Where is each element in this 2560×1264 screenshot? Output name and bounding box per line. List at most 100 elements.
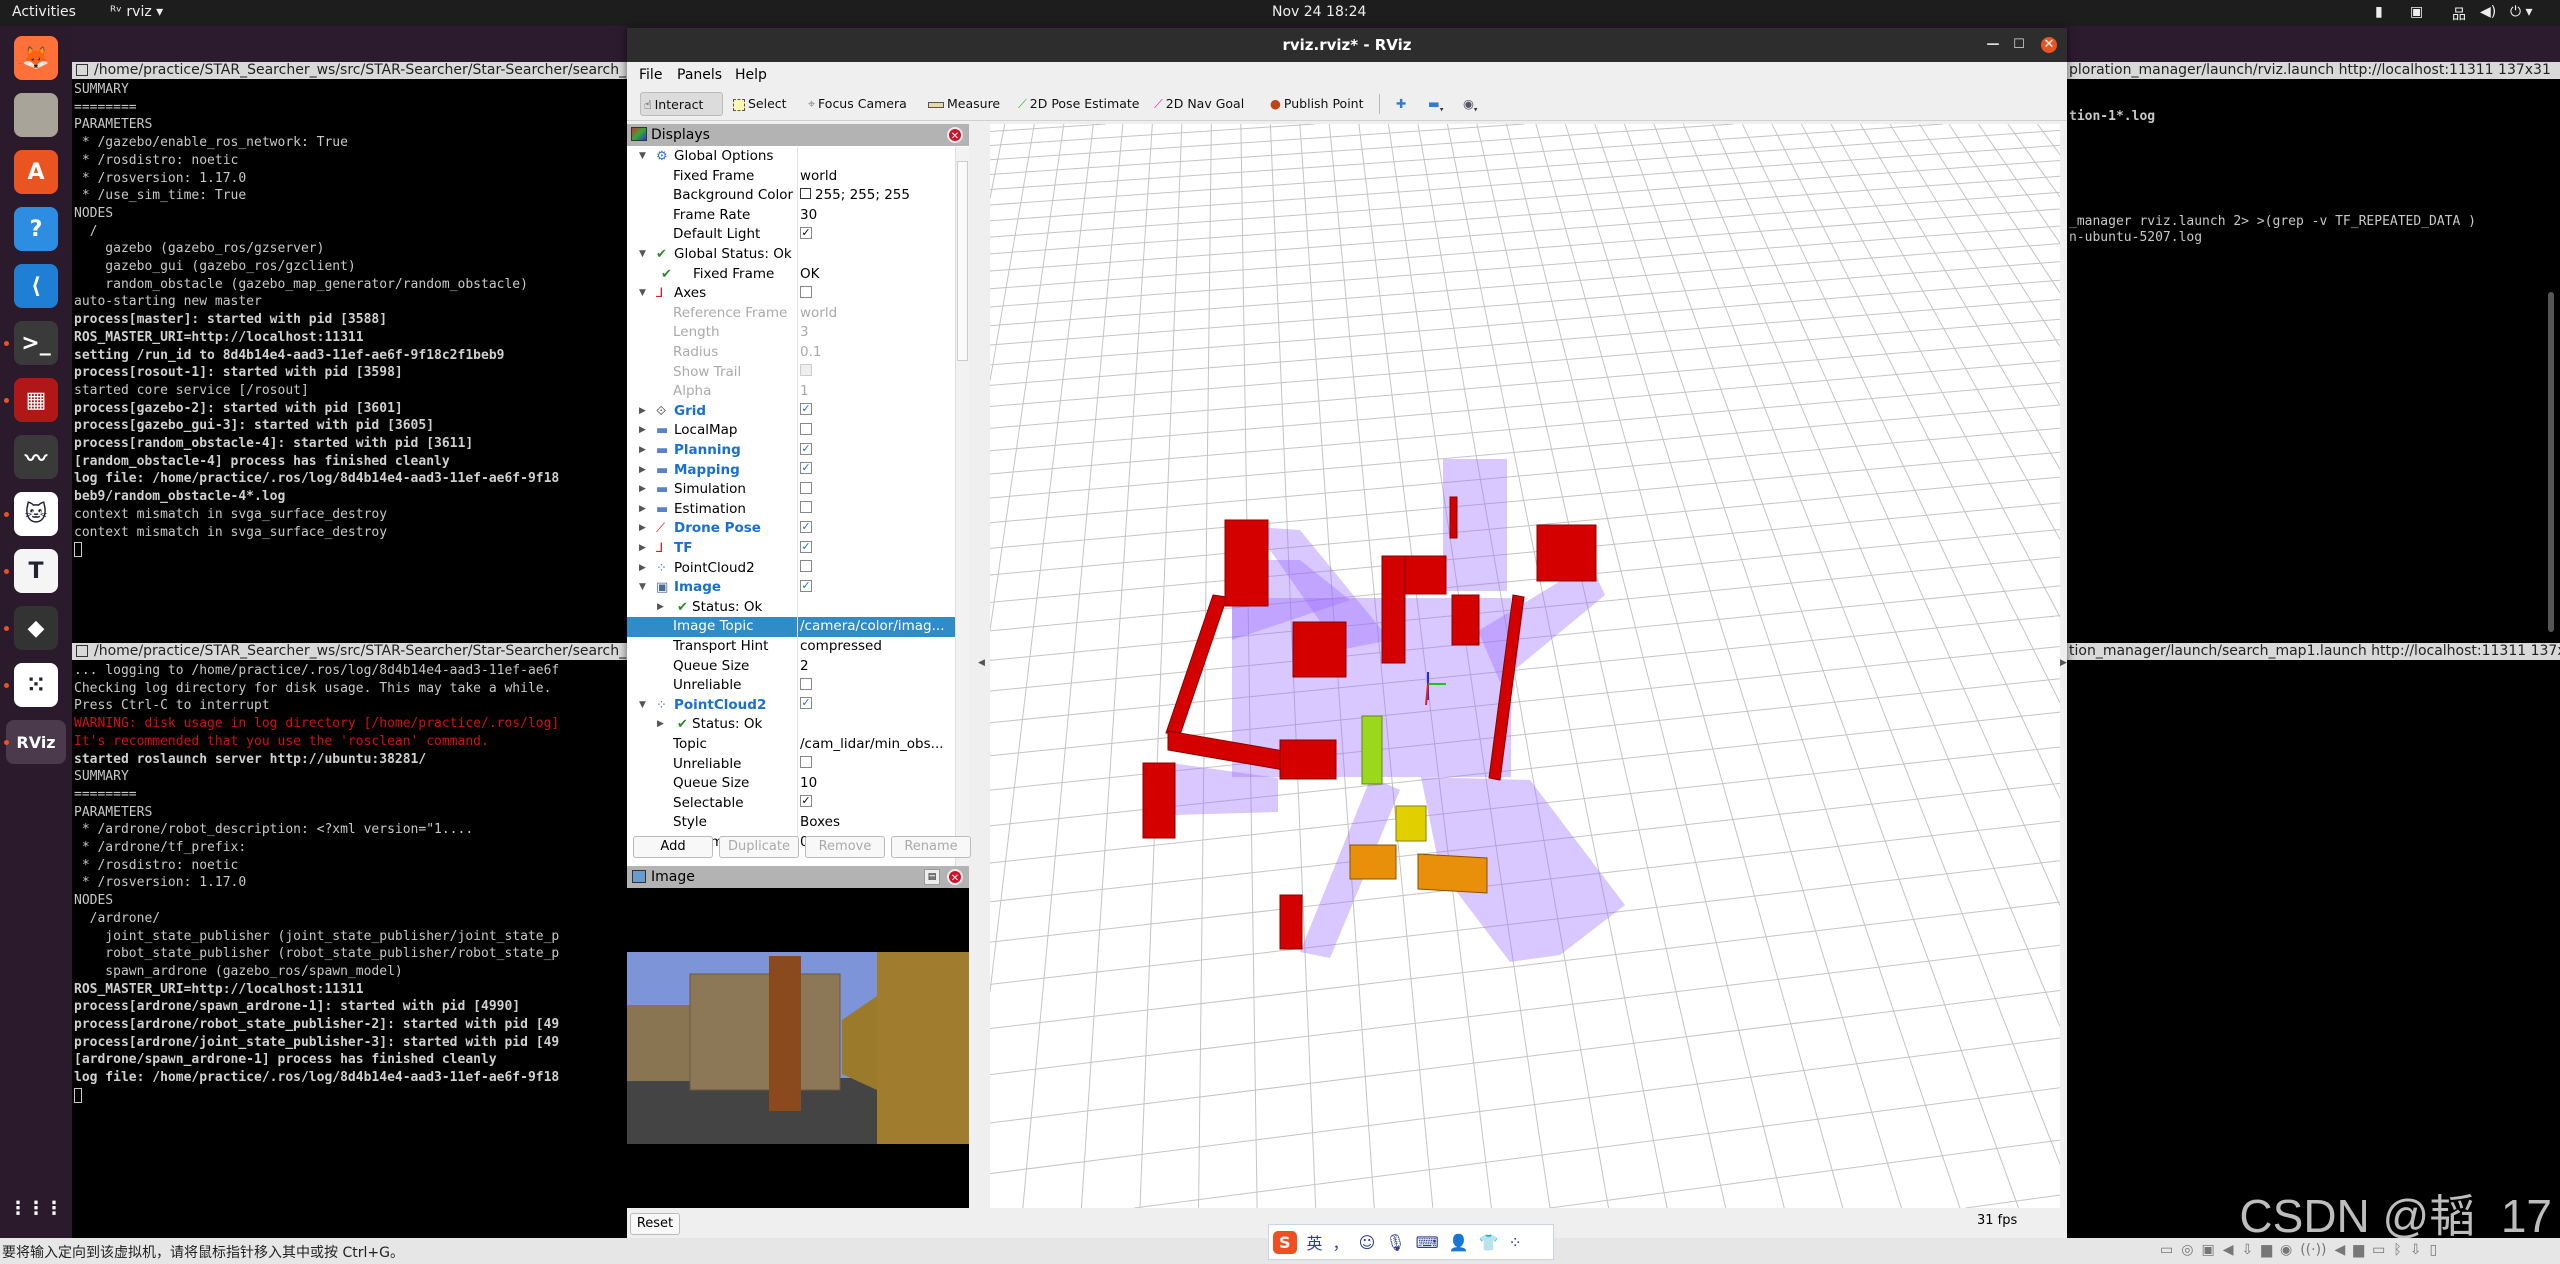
microphone-icon[interactable]: 🎙: [1385, 1233, 1405, 1252]
row-value[interactable]: ✓: [800, 696, 955, 716]
camera-icon[interactable]: ◉: [2280, 1242, 2292, 1262]
display-row-tf[interactable]: ▶ ⅃ TF ✓: [627, 539, 955, 559]
close-panel-icon[interactable]: ✕: [947, 869, 963, 885]
row-value[interactable]: /cam_lidar/min_obs...: [800, 735, 955, 755]
tool-measure[interactable]: Measure: [925, 92, 1003, 116]
display-row-alpha[interactable]: Alpha 1: [627, 382, 955, 402]
checkbox[interactable]: ✓: [800, 403, 812, 416]
row-value[interactable]: [800, 676, 955, 696]
checkbox[interactable]: [800, 560, 812, 573]
row-value[interactable]: world: [800, 167, 955, 187]
display-row-default-light[interactable]: Default Light ✓: [627, 225, 955, 245]
row-value[interactable]: compressed: [800, 637, 955, 657]
checkbox[interactable]: ✓: [800, 462, 812, 475]
expand-arrow-icon[interactable]: ▶: [639, 441, 646, 461]
checkbox[interactable]: [800, 422, 812, 435]
row-value[interactable]: 255; 255; 255: [800, 186, 955, 206]
tool-2d-nav-goal[interactable]: ⟋ 2D Nav Goal: [1151, 92, 1247, 116]
tool-publish-point[interactable]: ● Publish Point: [1267, 92, 1367, 116]
row-value[interactable]: 10: [800, 774, 955, 794]
cat-app-icon[interactable]: 🐱: [14, 492, 58, 536]
display-row-show-trail[interactable]: Show Trail: [627, 362, 955, 383]
display-row-background-color[interactable]: Background Color 255; 255; 255: [627, 186, 955, 206]
network-icon[interactable]: 品: [2452, 4, 2466, 24]
scrollbar-thumb[interactable]: [957, 161, 968, 361]
display-row-queue-size[interactable]: Queue Size 2: [627, 656, 955, 677]
network-icon[interactable]: ▣: [2201, 1242, 2214, 1262]
display-row-mapping[interactable]: ▶ ▬ Mapping ✓: [627, 460, 955, 481]
terminal-title[interactable]: ploration_manager/launch/rviz.launch htt…: [2067, 62, 2560, 79]
display-row-reference-frame[interactable]: Reference Frame world: [627, 303, 955, 324]
terminator-icon[interactable]: ▦: [14, 378, 58, 422]
checkbox[interactable]: [800, 481, 812, 494]
display-row-topic[interactable]: Topic/cam_lidar/min_obs...: [627, 735, 955, 755]
rviz-icon[interactable]: RViz: [6, 720, 66, 764]
terminal-title[interactable]: tion_manager/launch/search_map1.launch h…: [2067, 643, 2560, 660]
expand-arrow-icon[interactable]: ▶: [639, 402, 646, 422]
display-row-queue-size[interactable]: Queue Size 10: [627, 774, 955, 794]
dice-app-icon[interactable]: ⁙: [14, 663, 58, 707]
duplicate-button[interactable]: Duplicate: [719, 836, 799, 858]
row-value[interactable]: 30: [800, 206, 955, 226]
expand-arrow-icon[interactable]: ▶: [639, 421, 646, 441]
tool-select[interactable]: Select: [730, 92, 790, 116]
punctuation-icon[interactable]: ，: [1333, 1230, 1349, 1254]
sublime-icon[interactable]: ◆: [14, 606, 58, 650]
system-monitor-icon[interactable]: 〰: [14, 435, 58, 479]
display-row-selectable[interactable]: Selectable ✓: [627, 793, 955, 814]
row-value[interactable]: [800, 755, 955, 775]
row-value[interactable]: [800, 500, 955, 520]
row-value[interactable]: ✓: [800, 539, 955, 559]
wireless-icon[interactable]: ((·)): [2300, 1242, 2326, 1262]
display-row-fixed-frame[interactable]: ✔ Fixed Frame OK: [627, 264, 955, 285]
checkbox[interactable]: [800, 677, 812, 690]
row-value[interactable]: 3: [800, 323, 955, 343]
view-eye-icon[interactable]: ◉▾: [1460, 92, 1480, 116]
rename-button[interactable]: Rename: [891, 836, 971, 858]
checkbox[interactable]: ✓: [800, 697, 812, 710]
terminal-menu-icon[interactable]: [76, 64, 88, 76]
add-tool-button[interactable]: ✚: [1393, 92, 1409, 116]
files-icon[interactable]: [14, 93, 58, 137]
tool-2d-pose-estimate[interactable]: ⟋ 2D Pose Estimate: [1015, 92, 1142, 116]
row-value[interactable]: /camera/color/imag...: [800, 617, 955, 637]
expand-arrow-icon[interactable]: ▶: [657, 715, 664, 735]
undock-panel-icon[interactable]: ▤: [924, 869, 940, 885]
display-row-planning[interactable]: ▶ ▬ Planning ✓: [627, 441, 955, 461]
menu-panels[interactable]: Panels: [677, 67, 722, 83]
bluetooth-icon[interactable]: ᛒ: [2393, 1242, 2401, 1262]
row-value[interactable]: ✓: [800, 519, 955, 539]
3d-render-view[interactable]: [990, 124, 2060, 1208]
menu-file[interactable]: File: [639, 67, 662, 83]
app-center-icon[interactable]: A: [14, 150, 58, 194]
checkbox[interactable]: [800, 501, 812, 514]
expand-arrow-icon[interactable]: ▶: [639, 519, 646, 539]
display-row-status-ok[interactable]: ▶ ✔ Status: Ok: [627, 597, 955, 618]
volume-icon[interactable]: ◀): [2480, 4, 2496, 20]
terminal-bottom-right[interactable]: tion_manager/launch/search_map1.launch h…: [2067, 643, 2560, 1238]
expand-arrow-icon[interactable]: ▶: [639, 480, 646, 500]
firefox-icon[interactable]: 🦊: [14, 36, 58, 80]
collapse-arrow-icon[interactable]: ▼: [639, 147, 646, 167]
display-row-unreliable[interactable]: Unreliable: [627, 754, 955, 775]
display-row-global-options[interactable]: ▼ ⚙ Global Options: [627, 147, 955, 167]
display-row-drone-pose[interactable]: ▶ ⟋ Drone Pose ✓: [627, 519, 955, 539]
row-value[interactable]: ✓: [800, 794, 955, 814]
display-row-transport-hint[interactable]: Transport Hint compressed: [627, 637, 955, 657]
collapse-arrow-icon[interactable]: ▼: [639, 245, 646, 265]
display-row-unreliable[interactable]: Unreliable: [627, 676, 955, 696]
show-apps-grid-icon[interactable]: ⋮⋮⋮: [9, 1186, 63, 1230]
collapse-left-arrow[interactable]: ◀: [978, 658, 985, 668]
expand-arrow-icon[interactable]: ▶: [657, 598, 664, 618]
window-titlebar[interactable]: rviz.rviz* - RViz — ☐ ✕: [627, 28, 2067, 62]
row-value[interactable]: ✓: [800, 578, 955, 598]
display-row-length[interactable]: Length 3: [627, 323, 955, 343]
speaker-icon[interactable]: ◀: [2335, 1242, 2346, 1262]
tool-focus-camera[interactable]: ⌖ Focus Camera: [805, 92, 910, 116]
menu-grid-icon[interactable]: ⁘: [1509, 1233, 1522, 1252]
display-row-axes[interactable]: ▼ ⅃ Axes: [627, 284, 955, 304]
display-row-pointcloud2[interactable]: ▼ ⁘ PointCloud2 ✓: [627, 695, 955, 716]
checkbox[interactable]: ✓: [800, 520, 812, 533]
row-value[interactable]: 0.1: [800, 343, 955, 363]
collapse-arrow-icon[interactable]: ▼: [639, 284, 646, 304]
